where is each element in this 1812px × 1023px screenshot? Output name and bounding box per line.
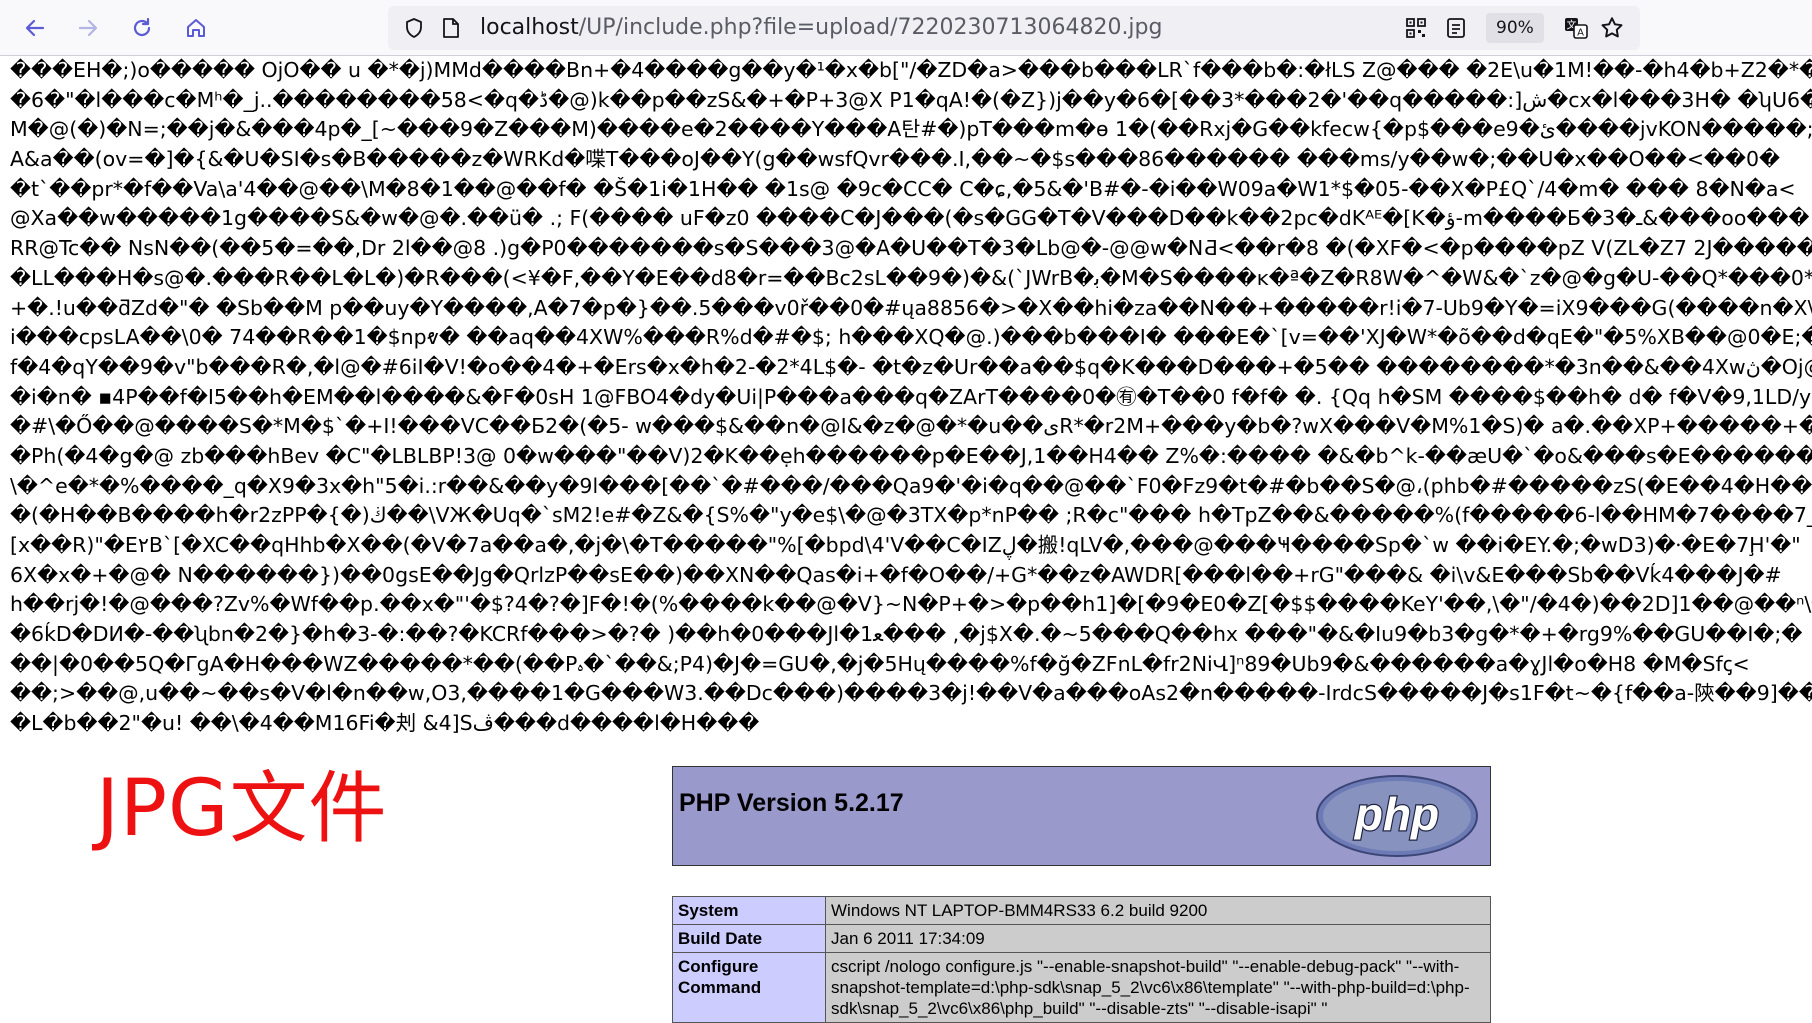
table-row: System Windows NT LAPTOP-BMM4RS33 6.2 bu… [672, 896, 1491, 925]
zoom-level-badge[interactable]: 90% [1486, 13, 1544, 43]
garbled-line: i���cpsLA��\0� 74��R��1�$npⱴ� ��aq��4XW%… [10, 325, 1812, 350]
table-row: Configure Command cscript /nologo config… [672, 952, 1491, 1023]
garbled-line: M�@(�)�N=;��j�&���4p�_[~���9�Z���M)����e… [10, 117, 1812, 142]
bookmark-star-icon[interactable] [1596, 12, 1628, 44]
php-logo-text: php [1353, 788, 1439, 840]
binary-garbage-text: ���EH�;)o����� OjO�� u �*�j)MMd����Bn+�4… [10, 56, 1812, 768]
row-key: Build Date [672, 924, 826, 953]
shield-icon[interactable] [402, 16, 426, 44]
garbled-line: �6�"�l���c�Mʰ�_j..��������58<�q�ڈ�@)k��p… [10, 87, 1812, 112]
garbled-line: �#\�Ő��@����S�*M�$`�+I!���VC��Б2�(�5- w�… [10, 414, 1812, 439]
page-info-icon[interactable] [440, 16, 462, 44]
garbled-line: �(�H��B����h�r2zPP�{�)ڬ��\VЖ�Uq�`sM2!e#�… [10, 503, 1812, 528]
garbled-line: RR@Tc�� NsN��(��5�=��,Dr 2l��@8 .)g�P0��… [10, 236, 1812, 261]
garbled-line: [x��R)"�E٢B`[�XC��qHhb�X��(�V�7a��a�,�j�… [10, 533, 1801, 557]
garbled-line: �LL���H�s@�.���R��L�L�)�R���(<¥�F,��Y�E�… [10, 265, 1812, 290]
row-key: Configure Command [672, 952, 826, 1023]
garbled-line: \�^e�*�%����_q�X9�3x�h"5�i.:r��&��y�9l��… [10, 473, 1812, 498]
back-arrow-icon [25, 19, 45, 37]
home-icon [187, 19, 205, 37]
garbled-line: A&a��(ov=�]�{&�U�SI�s�B�����z�WRKd�喋T���… [10, 147, 1781, 172]
garbled-line: ���EH�;)o����� OjO�� u �*�j)MMd����Bn+�4… [10, 58, 1812, 82]
row-value: Windows NT LAPTOP-BMM4RS33 6.2 build 920… [825, 896, 1491, 925]
garbled-line: +�.!u��ƌZd�"� �Sb��M p��uy�Y����,A�7�p�}… [10, 295, 1812, 320]
garbled-line: �t`��pr*�f��Va\a'4��@��\M�8�1��@��f� �Š�… [10, 176, 1796, 201]
back-button[interactable] [15, 8, 55, 48]
php-logo[interactable]: php [1314, 773, 1480, 859]
address-bar[interactable]: localhost/UP/include.php?file=upload/722… [388, 6, 1640, 50]
translate-icon[interactable]: 文A [1560, 12, 1592, 44]
reader-view-icon[interactable] [1440, 12, 1472, 44]
row-value: cscript /nologo configure.js "--enable-s… [825, 952, 1491, 1023]
browser-toolbar: localhost/UP/include.php?file=upload/722… [0, 0, 1812, 56]
url-text[interactable]: localhost/UP/include.php?file=upload/722… [480, 6, 1162, 50]
svg-text:A: A [1577, 28, 1584, 39]
garbled-line: ��;>��@,u��~��s�V�l�n��w,O3,����1�G���W3… [10, 681, 1812, 706]
garbled-line: ��|�0��5Q�ΓgA�H���WZ�����*��(��Pﮦ�`��&;P… [10, 651, 1750, 676]
php-version-title: PHP Version 5.2.17 [679, 789, 904, 817]
reload-icon [133, 17, 151, 37]
forward-button[interactable] [68, 8, 108, 48]
garbled-line: @Xa��w�����1g����S&�w�@�.��ü� .; F(���� … [10, 206, 1812, 231]
table-row: Build Date Jan 6 2011 17:34:09 [672, 924, 1491, 953]
garbled-line: �i�n� ▪4P��f�I5��h�EM��l����&�F�0sH 1@FB… [10, 384, 1812, 409]
jpg-file-label: JPG文件 [96, 764, 388, 854]
home-button[interactable] [176, 8, 216, 48]
url-path: /UP/include.php?file=upload/722023071306… [578, 15, 1163, 40]
garbled-line: 6X�x�+�@� N������})��0gsE��Jg�QrlzP��sE�… [10, 562, 1782, 587]
phpinfo-header: PHP Version 5.2.17 php [672, 766, 1491, 866]
url-host: localhost [480, 15, 579, 40]
garbled-line: �6ḱD�DИ�-��ʯbn�2�}�h�3-�:��?�KCRf���>�?�… [10, 622, 1803, 647]
garbled-line: �Ph(�4�g�@ zb���hBev �C"�LBLBP!3@ 0�w���… [10, 443, 1812, 468]
garbled-line: f�4�qY��9�v"b���R�,�l@�#6iI�V!�o��4�+�Er… [10, 354, 1812, 379]
garbled-line: �L�b��2"�u! ��\�4��M16Fi�刔 &4]Sڤ���d����… [10, 711, 760, 736]
forward-arrow-icon [78, 19, 98, 37]
phpinfo-table: System Windows NT LAPTOP-BMM4RS33 6.2 bu… [672, 896, 1491, 1023]
row-key: System [672, 896, 826, 925]
reload-button[interactable] [122, 8, 162, 48]
row-value: Jan 6 2011 17:34:09 [825, 924, 1491, 953]
garbled-line: h��rj�!�@���?Zv%�Wf��p.��x�"'�$?4�?�]F�!… [10, 592, 1812, 617]
qr-code-icon[interactable] [1400, 12, 1432, 44]
